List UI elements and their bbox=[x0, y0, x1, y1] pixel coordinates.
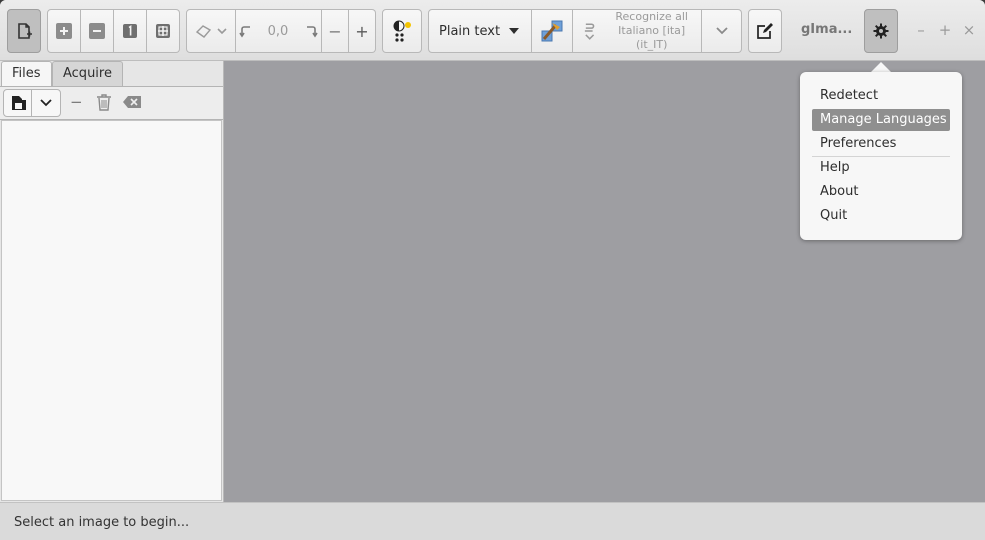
recognize-options-button[interactable] bbox=[702, 9, 742, 53]
zoom-fit-button[interactable] bbox=[147, 9, 180, 53]
minimize-icon[interactable]: – bbox=[913, 22, 929, 38]
tab-acquire[interactable]: Acquire bbox=[52, 61, 123, 86]
settings-menu-button[interactable] bbox=[864, 9, 898, 53]
rotation-value[interactable]: 0,0 bbox=[256, 9, 300, 53]
image-controls-button[interactable] bbox=[382, 9, 422, 53]
add-image-group bbox=[3, 89, 61, 117]
autolayout-icon bbox=[541, 20, 563, 42]
image-controls-icon bbox=[393, 20, 411, 42]
zoom-original-icon bbox=[123, 24, 137, 38]
tab-files[interactable]: Files bbox=[1, 61, 52, 87]
zoom-out-button[interactable] bbox=[81, 9, 114, 53]
zoom-out-icon bbox=[89, 23, 105, 39]
rotate-increase-button[interactable]: + bbox=[349, 9, 376, 53]
zoom-in-button[interactable] bbox=[47, 9, 81, 53]
autolayout-button[interactable] bbox=[532, 9, 573, 53]
recognize-icon bbox=[584, 23, 595, 40]
clear-images-button[interactable] bbox=[123, 96, 141, 112]
delete-image-button[interactable] bbox=[96, 94, 112, 115]
zoom-fit-icon bbox=[156, 24, 170, 38]
rotate-left-icon bbox=[239, 26, 250, 38]
rotate-right-icon bbox=[306, 26, 318, 38]
add-image-icon bbox=[11, 96, 26, 110]
plus-icon: + bbox=[355, 21, 369, 41]
zoom-in-icon bbox=[56, 23, 72, 39]
menu-item-redetect-languages[interactable]: Redetect Languages bbox=[812, 85, 950, 125]
minus-icon: − bbox=[70, 93, 83, 111]
recognize-button[interactable]: Recognize all Italiano [ita] (it_IT) bbox=[573, 9, 702, 53]
rotation-value-text: 0,0 bbox=[267, 23, 289, 39]
rotate-decrease-button[interactable]: − bbox=[322, 9, 349, 53]
status-bar: Select an image to begin... bbox=[0, 502, 985, 540]
settings-popover-menu: Redetect Languages Manage Languages Pref… bbox=[800, 72, 962, 240]
app-title: gIma... bbox=[801, 22, 853, 37]
app-window: 0,0 − + Plain text Recognize all Italian… bbox=[0, 0, 985, 540]
chevron-down-icon bbox=[715, 27, 728, 35]
rotate-mode-icon bbox=[195, 25, 227, 38]
minus-icon: − bbox=[328, 21, 342, 41]
trash-icon bbox=[97, 94, 111, 111]
sidebar-toolbar: − bbox=[0, 86, 223, 120]
new-output-button[interactable] bbox=[7, 9, 41, 53]
menu-item-preferences[interactable]: Preferences bbox=[812, 133, 950, 155]
output-format-label: Plain text bbox=[439, 23, 501, 39]
close-icon[interactable]: × bbox=[961, 22, 977, 38]
rotate-right-button[interactable] bbox=[300, 9, 322, 53]
caret-down-icon bbox=[509, 28, 519, 34]
file-list[interactable] bbox=[1, 120, 222, 501]
remove-image-button[interactable]: − bbox=[70, 93, 83, 111]
menu-item-quit[interactable]: Quit bbox=[812, 205, 950, 227]
zoom-original-button[interactable] bbox=[114, 9, 147, 53]
edit-icon bbox=[757, 23, 773, 39]
menu-item-about[interactable]: About bbox=[812, 181, 950, 203]
header-bar: 0,0 − + Plain text Recognize all Italian… bbox=[0, 0, 985, 61]
rotate-mode-button[interactable] bbox=[186, 9, 236, 53]
clear-icon bbox=[123, 96, 141, 108]
edit-output-button[interactable] bbox=[748, 9, 782, 53]
new-document-icon bbox=[18, 23, 32, 39]
sidebar: Files Acquire − bbox=[0, 61, 224, 502]
add-image-button[interactable] bbox=[4, 90, 32, 116]
add-image-options-button[interactable] bbox=[32, 90, 60, 116]
recognize-label: Recognize all bbox=[615, 10, 688, 23]
output-format-dropdown[interactable]: Plain text bbox=[428, 9, 532, 53]
gear-icon bbox=[873, 23, 889, 39]
status-text: Select an image to begin... bbox=[14, 515, 190, 530]
chevron-down-icon bbox=[40, 99, 52, 107]
menu-item-help[interactable]: Help bbox=[812, 157, 950, 179]
recognize-language-label: Italiano [ita] (it_IT) bbox=[618, 24, 686, 51]
maximize-icon[interactable]: + bbox=[937, 22, 953, 38]
rotate-left-button[interactable] bbox=[236, 9, 256, 53]
menu-item-manage-languages[interactable]: Manage Languages bbox=[812, 109, 950, 131]
